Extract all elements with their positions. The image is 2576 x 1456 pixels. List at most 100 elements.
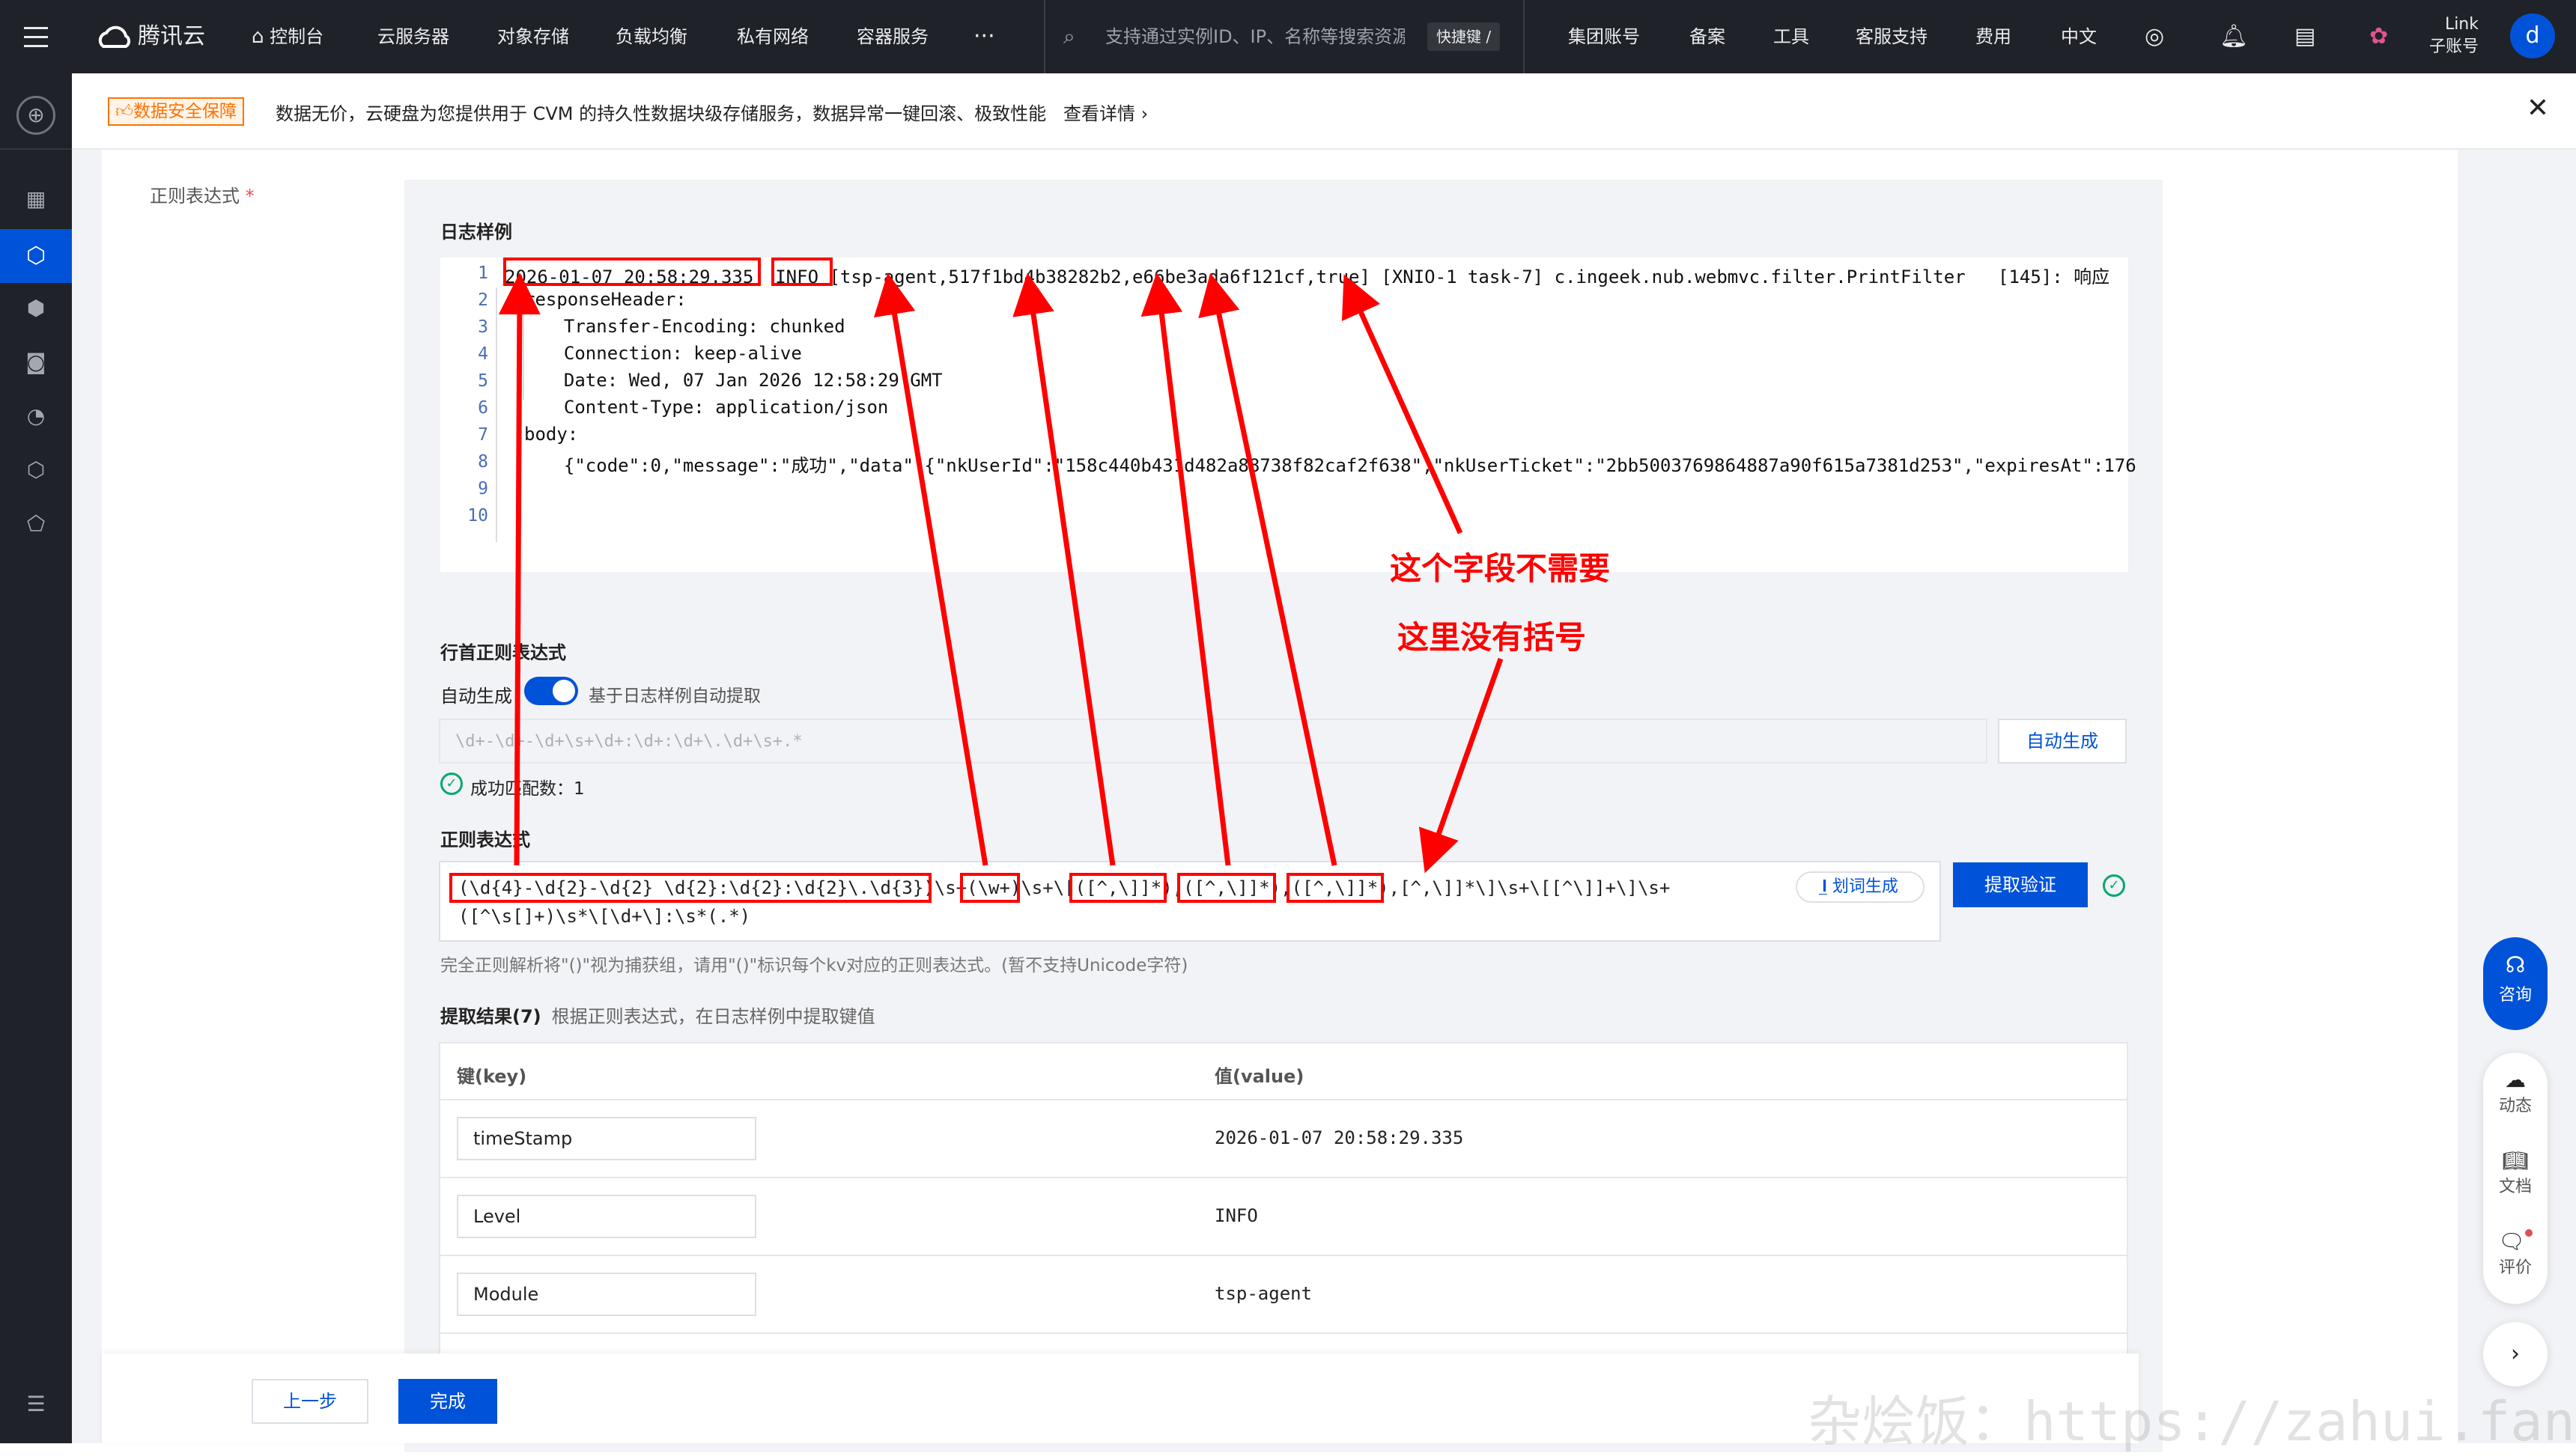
nav-cvm[interactable]: 云服务器 (377, 0, 449, 73)
menu-icon[interactable] (22, 0, 52, 73)
review-item[interactable]: 🗨︎ 评价 (2483, 1229, 2548, 1278)
consult-label: 咨询 (2498, 986, 2532, 1005)
line-number: 7 (478, 425, 488, 445)
nav-group-account[interactable]: 集团账号 (1568, 0, 1640, 73)
close-icon[interactable]: ✕ (2527, 93, 2549, 124)
divider (1044, 0, 1045, 73)
regex-line2: ([^\s[]+)\s*\[\d+\]:\s*(.*) (458, 906, 751, 927)
shield-icon[interactable]: ⬠ (22, 511, 49, 537)
table-row: Level INFO (440, 1178, 2127, 1256)
nav-more[interactable]: ··· (973, 0, 995, 73)
col-value-header: 值(value) (1215, 1066, 1304, 1087)
user-line1: Link (2444, 15, 2479, 34)
notice-link[interactable]: 查看详情 › (1063, 99, 1148, 125)
field-label: 正则表达式 * (150, 186, 255, 207)
line-number: 2 (478, 290, 488, 310)
nav-support[interactable]: 客服支持 (1856, 0, 1928, 73)
book-icon: 📖︎ (2502, 1148, 2529, 1173)
annotation-text: 这里没有括号 (1397, 619, 1587, 656)
line-number: 1 (478, 264, 488, 283)
key-input[interactable]: timeStamp (457, 1117, 756, 1160)
finish-button[interactable]: 完成 (398, 1379, 497, 1424)
review-label: 评价 (2498, 1258, 2532, 1277)
code-line: responseHeader: (524, 289, 687, 310)
result-hint: 根据正则表达式，在日志样例中提取键值 (551, 1006, 875, 1027)
package-icon[interactable]: ⬡ (22, 457, 49, 484)
annotation-box (503, 258, 761, 286)
success-icon: ✓ (440, 773, 463, 795)
dashboard-icon[interactable]: ▦ (22, 186, 49, 213)
headset-icon: ☊ (2505, 952, 2526, 978)
regex-title: 正则表达式 (440, 829, 530, 850)
value-cell: tsp-agent (1215, 1283, 1313, 1304)
word-generate-button[interactable]: 𝐈̲ 划词生成 (1796, 871, 1925, 903)
annotation-box (1069, 873, 1167, 903)
line-number: 8 (478, 452, 488, 472)
search-input[interactable]: 支持通过实例ID、IP、名称等搜索资源 (1105, 0, 1405, 73)
auto-gen-toggle[interactable] (524, 677, 578, 705)
auto-gen-label: 自动生成 (440, 686, 512, 707)
divider (1523, 0, 1525, 73)
box-icon[interactable]: ⬢ (22, 295, 49, 322)
first-line-regex-input[interactable]: \d+-\d+-\d+\s+\d+:\d+:\d+\.\d+\s+.* (439, 719, 1987, 764)
consult-button[interactable]: ☊ 咨询 (2483, 937, 2548, 1030)
key-input[interactable]: Module (457, 1273, 756, 1316)
value-cell: INFO (1215, 1205, 1258, 1226)
dynamic-item[interactable]: ☁ 动态 (2483, 1067, 2548, 1116)
toggle-knob (553, 680, 575, 702)
search-icon[interactable]: ⌕ (1063, 0, 1075, 73)
collapse-icon[interactable]: ☰ (22, 1391, 49, 1418)
nav-tke[interactable]: 容器服务 (857, 0, 929, 73)
sidebar-active-item[interactable]: ⬡ (0, 229, 72, 283)
line-number: 10 (467, 506, 488, 526)
nav-console[interactable]: ⌂ 控制台 (252, 0, 323, 73)
logo-text: 腾讯云 (138, 23, 205, 49)
tencent-cloud-logo[interactable]: 腾讯云 (96, 0, 205, 73)
docs-item[interactable]: 📖︎ 文档 (2483, 1148, 2548, 1197)
shortcut-badge[interactable]: 快捷键 / (1427, 22, 1501, 51)
auto-gen-hint: 基于日志样例自动提取 (589, 686, 761, 706)
code-line: Transfer-Encoding: chunked (542, 316, 845, 337)
cloud-icon: ☁ (2505, 1067, 2526, 1092)
annotation-box (771, 258, 833, 286)
right-tools: ☁ 动态 📖︎ 文档 🗨︎ 评价 (2483, 1053, 2548, 1304)
nav-tools[interactable]: 工具 (1773, 0, 1809, 73)
extract-verify-button[interactable]: 提取验证 (1953, 862, 2088, 907)
cube-icon: ⬡ (25, 243, 46, 269)
match-count: 成功匹配数：1 (470, 779, 585, 799)
chart-icon[interactable]: ◔ (22, 403, 49, 430)
code-line: Content-Type: application/json (542, 397, 889, 418)
word-gen-icon: 𝐈̲ (1822, 877, 1832, 896)
bell-icon[interactable]: 🔔︎ (2220, 0, 2248, 73)
line-number: 4 (478, 344, 488, 364)
notice-bar: 👍︎数据安全保障 数据无价，云硬盘为您提供用于 CVM 的持久性数据块级存储服务… (72, 73, 2576, 150)
verify-success-icon: ✓ (2103, 874, 2125, 897)
nav-filing[interactable]: 备案 (1689, 0, 1725, 73)
nav-language[interactable]: 中文 (2061, 0, 2097, 73)
disk-icon[interactable]: ◙ (22, 349, 49, 376)
result-table: 键(key) 值(value) timeStamp 2026-01-07 20:… (439, 1042, 2128, 1356)
first-line-regex-value: \d+-\d+-\d+\s+\d+:\d+:\d+\.\d+\s+.* (455, 732, 803, 751)
annotation-text: 这个字段不需要 (1390, 550, 1611, 587)
table-row: Module tsp-agent (440, 1256, 2127, 1334)
nav-billing[interactable]: 费用 (1975, 0, 2011, 73)
annotation-box (1287, 873, 1384, 903)
prev-button[interactable]: 上一步 (252, 1379, 368, 1424)
value-cell: 2026-01-07 20:58:29.335 (1215, 1127, 1464, 1148)
wallet-icon[interactable]: ◎ (2145, 0, 2164, 73)
colorful-logo-icon[interactable]: ✿ (2369, 0, 2388, 73)
key-input[interactable]: Level (457, 1195, 756, 1238)
ticket-icon[interactable]: ▤ (2294, 0, 2315, 73)
auto-generate-button[interactable]: 自动生成 (1998, 719, 2127, 764)
product-icon[interactable]: ⊕ (16, 96, 55, 135)
badge-text: 数据安全保障 (133, 102, 237, 121)
indent-guide (523, 313, 524, 400)
user-name[interactable]: Link 子账号 (2419, 13, 2479, 58)
log-sample-editor[interactable]: 1 2026-01-07 20:58:29.335 INFO [tsp-agent… (440, 258, 2136, 572)
nav-vpc[interactable]: 私有网络 (737, 0, 809, 73)
divider (0, 148, 72, 150)
annotation-box (960, 873, 1020, 903)
nav-cos[interactable]: 对象存储 (497, 0, 569, 73)
avatar[interactable]: d (2510, 13, 2555, 58)
nav-clb[interactable]: 负载均衡 (616, 0, 687, 73)
